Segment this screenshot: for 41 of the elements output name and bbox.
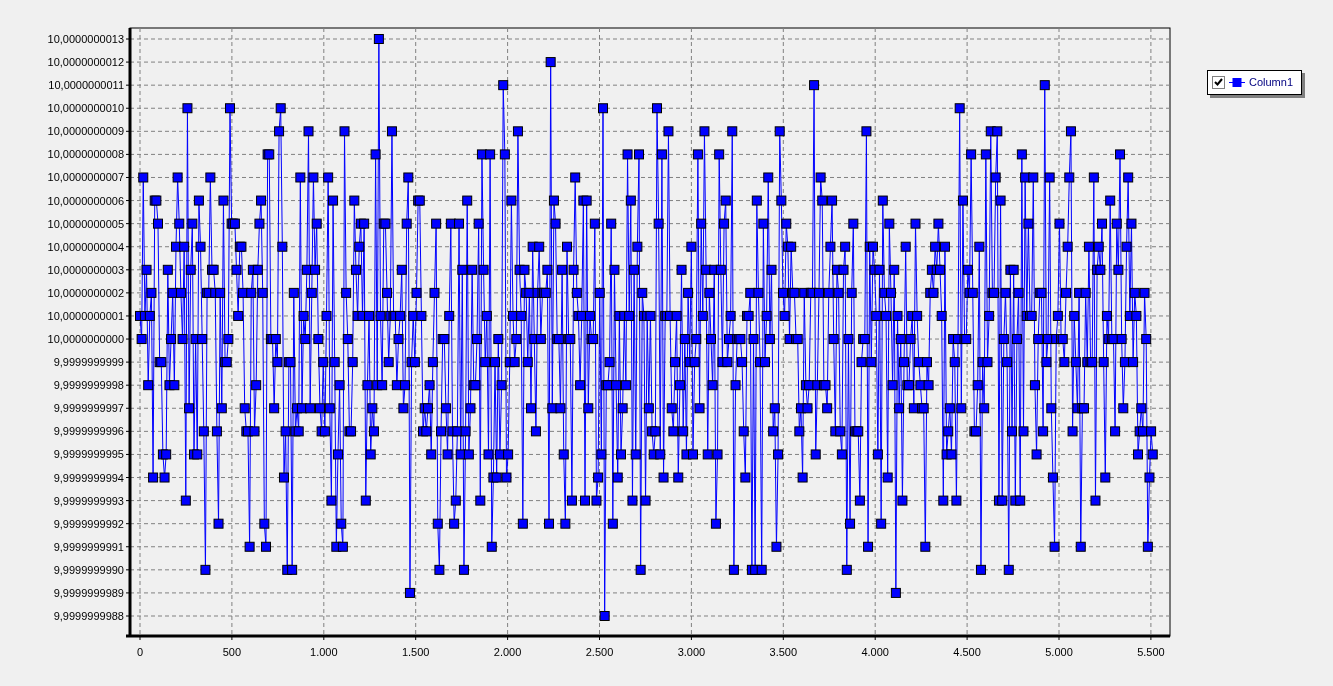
y-tick-label: 10,0000000010 (47, 102, 124, 115)
y-tick-label: 10,0000000008 (47, 148, 124, 161)
y-tick-label: 9,9999999995 (53, 448, 124, 461)
y-tick-label: 10,0000000001 (47, 309, 124, 322)
x-tick-label: 1.500 (401, 646, 430, 658)
x-tick-label: 3.000 (677, 646, 706, 658)
y-tick-label: 9,9999999997 (53, 402, 124, 415)
x-tick-label: 5.000 (1045, 646, 1073, 658)
y-tick-label: 10,0000000000 (47, 333, 124, 346)
y-tick-label: 10,0000000009 (47, 125, 124, 138)
x-tick-label: 1.000 (310, 646, 338, 658)
y-tick-label: 9,9999999992 (53, 517, 124, 530)
y-tick-label: 10,0000000005 (47, 217, 124, 230)
y-tick-label: 9,9999999993 (53, 494, 124, 507)
legend-checkbox[interactable] (1212, 75, 1225, 89)
y-tick-label: 9,9999999996 (53, 425, 124, 438)
legend-label: Column1 (1249, 75, 1295, 90)
y-tick-label: 9,9999999998 (53, 379, 124, 392)
y-tick-label: 9,9999999994 (53, 471, 124, 484)
y-tick-label: 9,9999999991 (53, 540, 124, 553)
y-tick-label: 9,9999999988 (53, 610, 124, 622)
y-tick-label: 10,0000000012 (47, 56, 124, 69)
y-tick-label: 10,0000000004 (47, 240, 124, 253)
checkmark-icon (1214, 78, 1223, 87)
x-tick-label: 0 (136, 646, 144, 658)
x-tick-label: 2.500 (585, 646, 614, 658)
x-tick-label: 5.500 (1137, 646, 1165, 658)
x-tick-label: 3.500 (769, 646, 798, 658)
y-tick-label: 10,0000000006 (47, 194, 124, 207)
y-tick-label: 10,0000000003 (47, 263, 124, 276)
y-tick-label: 9,9999999989 (53, 586, 124, 599)
x-tick-label: 4.500 (953, 646, 981, 658)
y-tick-label: 10,0000000011 (48, 79, 124, 92)
x-tick-label: 2.000 (493, 646, 522, 658)
x-tick-label: 500 (222, 646, 242, 658)
x-tick-label: 4.000 (861, 646, 889, 658)
y-tick-label: 10,0000000007 (47, 171, 124, 184)
y-tick-label: 9,9999999990 (53, 563, 124, 576)
y-tick-label: 10,0000000002 (47, 286, 124, 299)
y-tick-label: 9,9999999999 (53, 356, 124, 369)
y-tick-label: 10,0000000013 (47, 33, 124, 45)
